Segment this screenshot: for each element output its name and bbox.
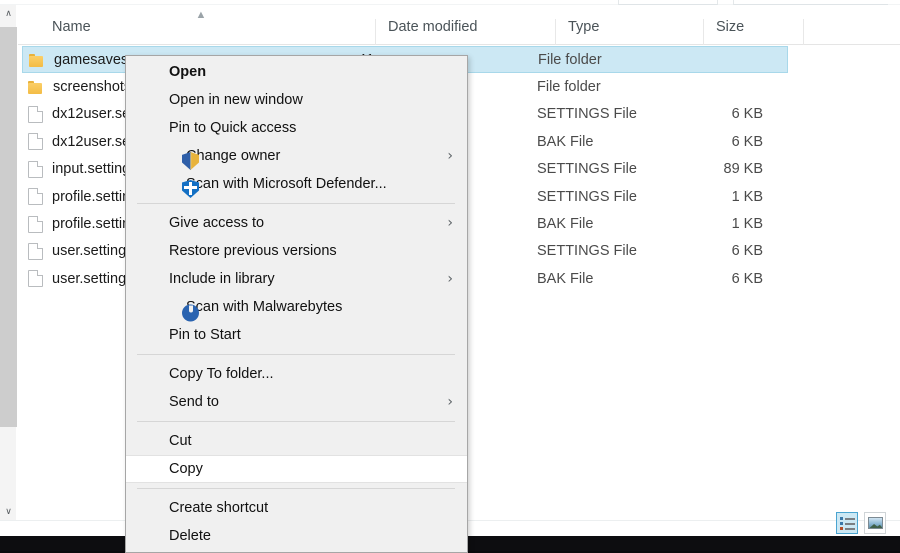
menu-item-label: Copy To folder... [169, 366, 274, 382]
menu-separator [137, 488, 455, 489]
menu-item-label: Include in library [169, 271, 275, 287]
file-icon [28, 270, 43, 287]
file-icon [28, 243, 43, 260]
menu-item-label: Copy [169, 461, 203, 477]
menu-item-pin-to-quick-access[interactable]: Pin to Quick access [126, 114, 467, 142]
menu-item-label: Scan with Malwarebytes [186, 299, 342, 315]
uac-shield-icon [182, 152, 199, 170]
menu-item-label: Send to [169, 394, 219, 410]
menu-separator [137, 354, 455, 355]
file-icon [28, 161, 43, 178]
file-size-cell: 1 KB [685, 189, 763, 205]
menu-item-cut[interactable]: Cut [126, 427, 467, 455]
column-header-blank[interactable] [803, 19, 900, 45]
file-type-cell: File folder [537, 79, 685, 95]
menu-item-pin-to-start[interactable]: Pin to Start [126, 321, 467, 349]
menu-item-label: Change owner [186, 148, 280, 164]
file-icon [28, 188, 43, 205]
menu-item-change-owner[interactable]: Change owner › [126, 142, 467, 170]
file-size-cell: 6 KB [685, 106, 763, 122]
column-header-size[interactable]: Size [703, 19, 803, 45]
file-type-cell: File folder [538, 52, 686, 68]
file-name-label: gamesaves [54, 52, 128, 68]
context-menu[interactable]: Open Open in new window Pin to Quick acces… [125, 55, 468, 553]
folder-icon [29, 53, 45, 67]
menu-separator [137, 203, 455, 204]
menu-item-restore-previous-versions[interactable]: Restore previous versions [126, 237, 467, 265]
menu-item-label: Open [169, 64, 206, 80]
chevron-right-icon: › [447, 216, 453, 230]
file-type-cell: SETTINGS File [537, 243, 685, 259]
file-size-cell: 1 KB [685, 216, 763, 232]
file-type-cell: SETTINGS File [537, 189, 685, 205]
menu-item-label: Open in new window [169, 92, 303, 108]
menu-item-label: Pin to Quick access [169, 120, 296, 136]
menu-item-scan-with-malwarebytes[interactable]: Scan with Malwarebytes [126, 293, 467, 321]
file-type-cell: BAK File [537, 271, 685, 287]
menu-item-label: Delete [169, 528, 211, 544]
menu-item-label: Create shortcut [169, 500, 268, 516]
file-type-cell: BAK File [537, 134, 685, 150]
large-icons-view-button[interactable] [864, 512, 886, 534]
file-size-cell: 6 KB [685, 243, 763, 259]
defender-shield-icon [182, 180, 199, 198]
menu-item-open[interactable]: Open [126, 58, 467, 86]
menu-item-scan-with-microsoft-defender[interactable]: Scan with Microsoft Defender... [126, 170, 467, 198]
menu-separator [137, 421, 455, 422]
chevron-right-icon: › [447, 149, 453, 163]
column-header-date-modified[interactable]: Date modified [375, 19, 555, 45]
menu-item-delete[interactable]: Delete [126, 522, 467, 550]
large-icons-view-icon [868, 517, 883, 529]
menu-item-copy[interactable]: Copy [126, 455, 467, 483]
file-type-cell: SETTINGS File [537, 161, 685, 177]
file-name-label: user.settings [52, 243, 133, 259]
menu-item-include-in-library[interactable]: Include in library › [126, 265, 467, 293]
file-type-cell: SETTINGS File [537, 106, 685, 122]
malwarebytes-icon [182, 304, 199, 321]
menu-item-label: Scan with Microsoft Defender... [186, 176, 387, 192]
file-type-cell: BAK File [537, 216, 685, 232]
file-icon [28, 216, 43, 233]
chevron-right-icon: › [447, 395, 453, 409]
details-view-icon [840, 517, 855, 530]
navigation-pane-scrollbar[interactable]: ∧ ∨ [0, 5, 17, 520]
details-view-button[interactable] [836, 512, 858, 534]
column-header-type[interactable]: Type [555, 19, 703, 45]
view-mode-buttons [836, 512, 886, 534]
menu-item-create-shortcut[interactable]: Create shortcut [126, 494, 467, 522]
file-icon [28, 133, 43, 150]
folder-icon [28, 80, 44, 94]
menu-item-give-access-to[interactable]: Give access to › [126, 209, 467, 237]
file-size-cell: 89 KB [685, 161, 763, 177]
column-header-row: ▲ Name Date modified Type Size [18, 5, 900, 45]
chevron-right-icon: › [447, 272, 453, 286]
file-size-cell: 6 KB [685, 134, 763, 150]
scroll-up-arrow-icon[interactable]: ∧ [0, 5, 17, 22]
menu-item-label: Restore previous versions [169, 243, 337, 259]
menu-item-label: Give access to [169, 215, 264, 231]
column-header-name[interactable]: Name [40, 19, 375, 45]
file-name-label: screenshots [53, 79, 131, 95]
menu-item-send-to[interactable]: Send to › [126, 388, 467, 416]
file-icon [28, 106, 43, 123]
file-size-cell: 6 KB [685, 271, 763, 287]
scroll-down-arrow-icon[interactable]: ∨ [0, 503, 17, 520]
menu-item-copy-to-folder[interactable]: Copy To folder... [126, 360, 467, 388]
menu-item-label: Cut [169, 433, 192, 449]
menu-item-label: Pin to Start [169, 327, 241, 343]
menu-item-open-in-new-window[interactable]: Open in new window [126, 86, 467, 114]
scrollbar-thumb[interactable] [0, 27, 17, 427]
